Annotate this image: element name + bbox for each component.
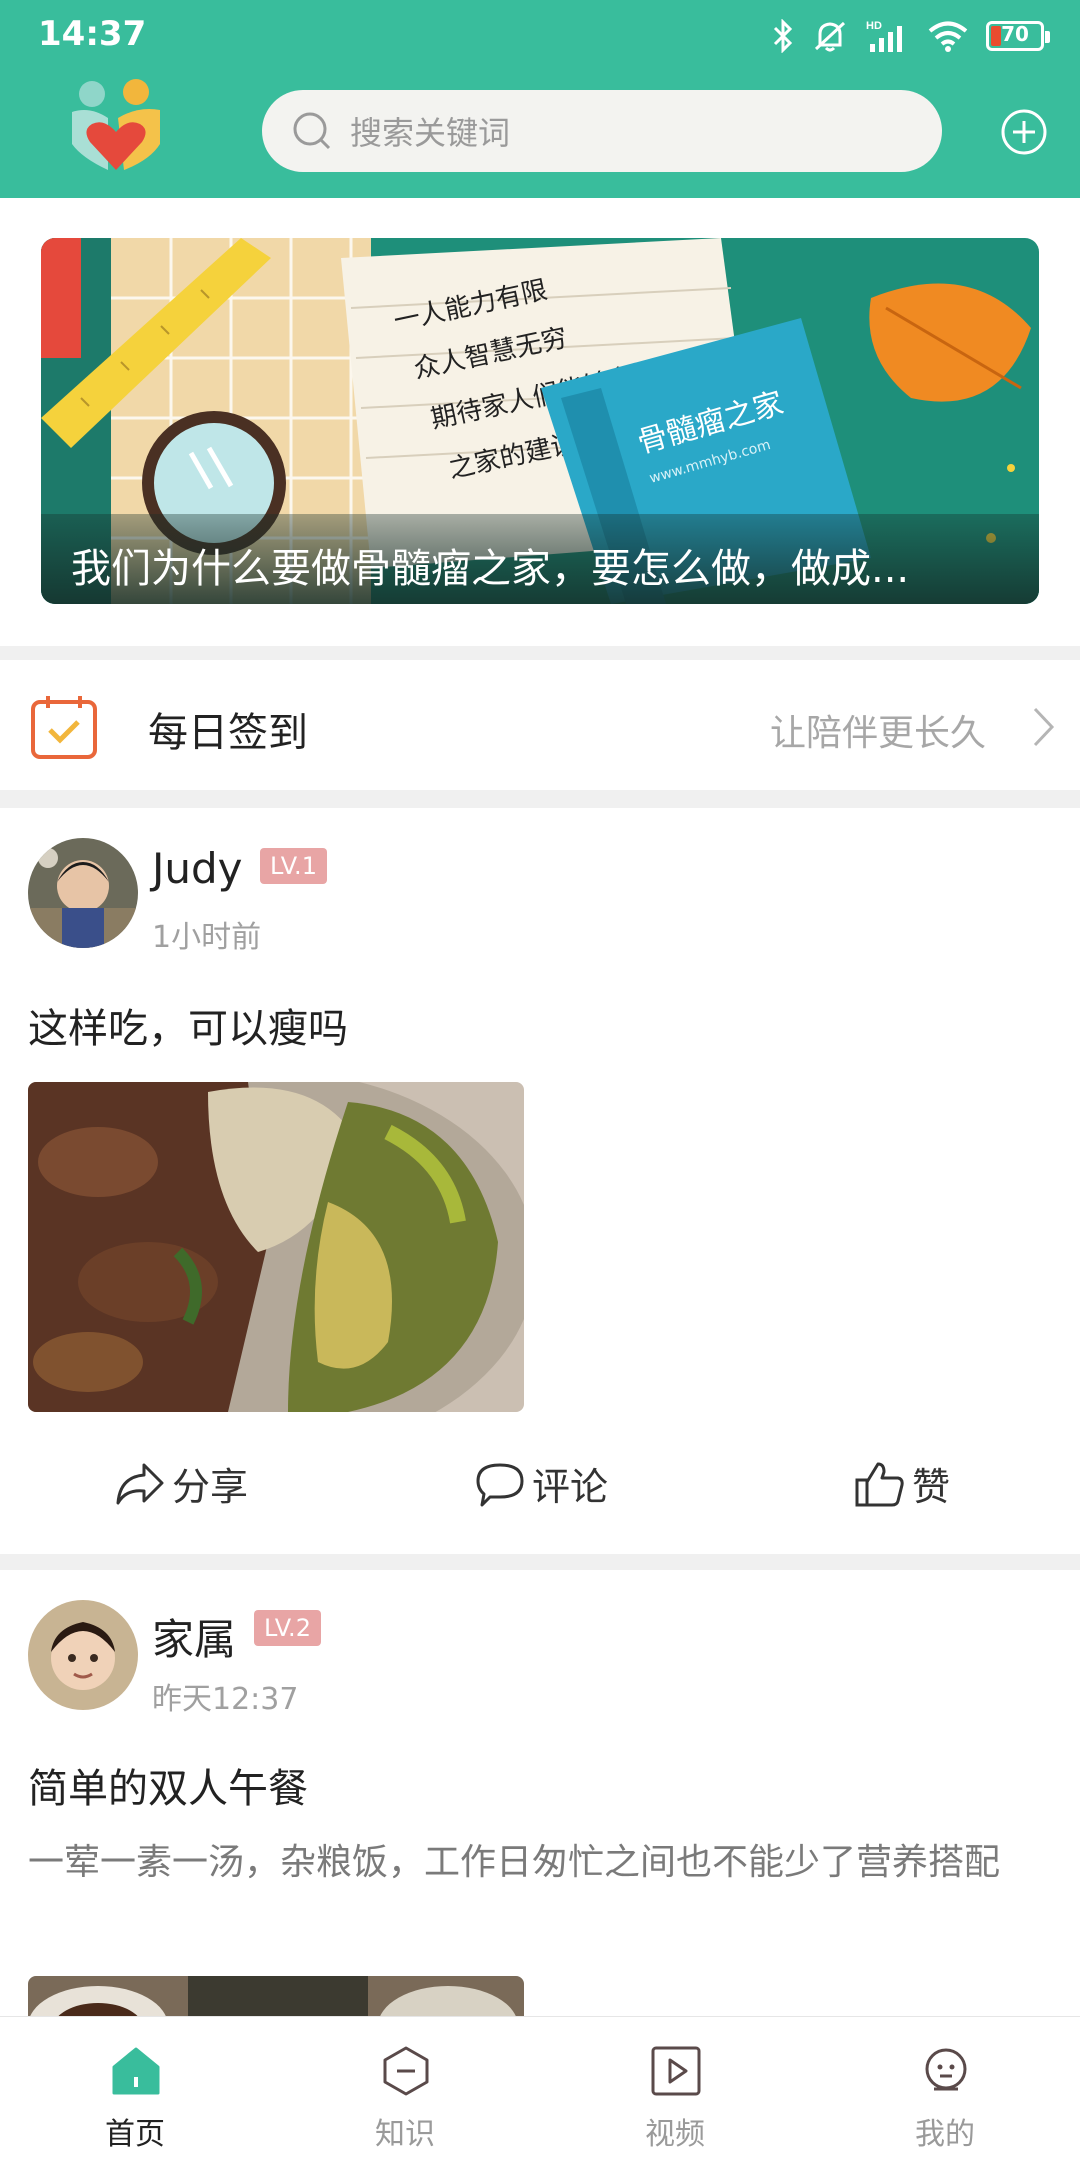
mute-icon xyxy=(814,21,846,52)
level-badge: LV.1 xyxy=(260,848,327,884)
bluetooth-icon xyxy=(773,19,793,53)
app-logo[interactable] xyxy=(68,78,164,186)
checkin-title: 每日签到 xyxy=(148,710,308,756)
username[interactable]: Judy xyxy=(152,844,243,893)
nav-knowledge-label: 知识 xyxy=(375,2117,435,2152)
banner-section: 一人能力有限 众人智慧无穷 期待家人们能够参与到骨髓瘤 之家的建设中来 骨髓瘤之… xyxy=(0,198,1080,646)
comment-button[interactable]: 评论 xyxy=(474,1456,608,1511)
post-card[interactable]: Judy LV.1 1小时前 这样吃，可以瘦吗 分享 评论 赞 xyxy=(0,808,1080,1554)
video-icon xyxy=(650,2045,702,2097)
search-icon xyxy=(293,112,331,150)
post-time: 昨天12:37 xyxy=(152,1682,299,1717)
nav-knowledge[interactable]: 知识 xyxy=(270,2017,540,2160)
bottom-nav: 首页 知识 视频 我的 xyxy=(0,2016,1080,2160)
post-image[interactable] xyxy=(28,1976,524,2016)
chevron-right-icon xyxy=(1032,706,1056,748)
post-image[interactable] xyxy=(28,1082,524,1412)
post-card[interactable]: 家属 LV.2 昨天12:37 简单的双人午餐 一荤一素一汤，杂粮饭，工作日匆忙… xyxy=(0,1570,1080,2016)
username[interactable]: 家属 xyxy=(152,1606,236,1667)
wifi-icon xyxy=(928,21,968,52)
banner-caption: 我们为什么要做骨髓瘤之家，要怎么做，做成... xyxy=(41,514,1039,604)
knowledge-icon xyxy=(380,2045,432,2097)
checkin-slogan: 让陪伴更长久 xyxy=(769,713,986,754)
avatar[interactable] xyxy=(28,1600,138,1710)
calendar-check-icon xyxy=(30,694,98,760)
post-actions: 分享 评论 赞 xyxy=(0,1436,1080,1536)
banner-caption-text: 我们为什么要做骨髓瘤之家，要怎么做，做成... xyxy=(71,546,910,592)
nav-video[interactable]: 视频 xyxy=(540,2017,810,2160)
nav-profile-label: 我的 xyxy=(915,2117,975,2152)
hd-signal-icon: HD xyxy=(866,20,902,52)
like-label: 赞 xyxy=(912,1465,951,1509)
nav-home[interactable]: 首页 xyxy=(0,2017,270,2160)
level-badge: LV.2 xyxy=(254,1610,321,1646)
post-title[interactable]: 这样吃，可以瘦吗 xyxy=(28,996,348,1054)
like-button[interactable]: 赞 xyxy=(854,1456,950,1511)
share-icon xyxy=(116,1463,164,1504)
search-input[interactable]: 搜索关键词 xyxy=(350,108,510,154)
status-bar: 14:37 HD 70 xyxy=(0,0,1080,72)
post-description: 一荤一素一汤，杂粮饭，工作日匆忙之间也不能少了营养搭配 xyxy=(28,1842,1001,1883)
home-icon xyxy=(110,2045,162,2097)
avatar[interactable] xyxy=(28,838,138,948)
comment-label: 评论 xyxy=(532,1465,609,1509)
status-icons: HD 70 xyxy=(772,14,1050,58)
plus-circle-icon[interactable] xyxy=(1000,108,1048,156)
share-label: 分享 xyxy=(172,1465,249,1509)
post-title[interactable]: 简单的双人午餐 xyxy=(28,1756,308,1814)
app-header: 14:37 HD 70 搜索关键词 xyxy=(0,0,1080,198)
nav-video-label: 视频 xyxy=(645,2117,705,2152)
nav-home-label: 首页 xyxy=(105,2117,165,2152)
daily-checkin[interactable]: 每日签到 让陪伴更长久 xyxy=(0,660,1080,790)
profile-icon xyxy=(920,2045,972,2097)
nav-profile[interactable]: 我的 xyxy=(810,2017,1080,2160)
battery-icon: 70 xyxy=(986,21,1050,51)
status-time: 14:37 xyxy=(38,14,147,54)
thumbs-up-icon xyxy=(855,1462,904,1506)
svg-text:HD: HD xyxy=(866,20,882,32)
banner-carousel[interactable]: 一人能力有限 众人智慧无穷 期待家人们能够参与到骨髓瘤 之家的建设中来 骨髓瘤之… xyxy=(41,238,1039,604)
post-time: 1小时前 xyxy=(152,920,262,955)
battery-level: 70 xyxy=(1001,22,1029,46)
comment-icon xyxy=(476,1463,524,1506)
share-button[interactable]: 分享 xyxy=(114,1456,248,1511)
search-bar[interactable]: 搜索关键词 xyxy=(262,90,942,172)
